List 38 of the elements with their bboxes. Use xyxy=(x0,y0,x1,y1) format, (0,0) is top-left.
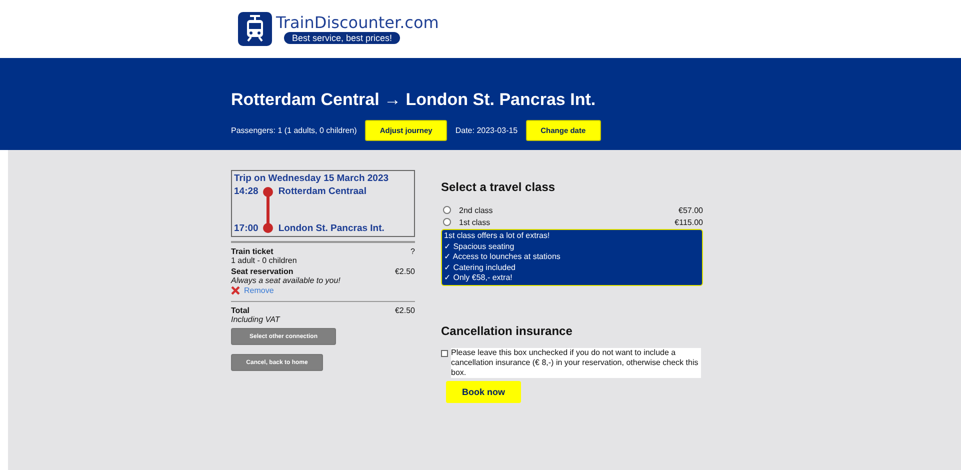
insurance-heading: Cancellation insurance xyxy=(441,324,574,338)
travel-class-heading: Select a travel class xyxy=(441,180,556,194)
arrival-time: 17:00 xyxy=(234,223,258,234)
class-price: €115.00 xyxy=(674,218,703,226)
item-price: ? xyxy=(410,247,415,256)
extras-line: ✓ Spacious seating xyxy=(444,242,514,250)
class-label: 1st class xyxy=(459,218,492,226)
cross-icon xyxy=(231,286,240,295)
book-now-button[interactable]: Book now xyxy=(446,380,521,402)
route-line-icon xyxy=(262,186,274,234)
logo-slogan: Best service, best prices! xyxy=(284,32,400,44)
class-price: €57.00 xyxy=(678,206,703,214)
total-detail: Including VAT xyxy=(231,315,280,324)
item-detail: 1 adult - 0 children xyxy=(231,256,297,265)
total-label: Total xyxy=(231,306,250,315)
radio-button[interactable] xyxy=(443,206,451,214)
item-price: €2.50 xyxy=(394,267,415,276)
passengers-text: Passengers: 1 (1 adults, 0 children) xyxy=(231,126,357,135)
trip-heading: Trip on Wednesday 15 March 2023 xyxy=(234,173,390,184)
journey-title: Rotterdam Central → London St. Pancras Int. xyxy=(231,90,597,110)
departure-station: Rotterdam Centraal xyxy=(278,186,368,197)
extras-line: ✓ Catering included xyxy=(444,262,516,272)
item-label: Seat reservation xyxy=(231,267,294,276)
item-label: Train ticket xyxy=(231,247,274,256)
insurance-checkbox[interactable] xyxy=(441,350,448,356)
arrival-station: London St. Pancras Int. xyxy=(278,223,384,234)
train-icon xyxy=(238,12,272,46)
radio-button[interactable] xyxy=(443,218,451,226)
class-label: 2nd class xyxy=(459,206,494,214)
departure-time: 14:28 xyxy=(234,186,258,197)
item-detail: Always a seat available to you! xyxy=(231,276,340,285)
logo-name: TrainDiscounter.com xyxy=(276,14,439,32)
extras-line: ✓ Only €58,- extra! xyxy=(444,273,512,282)
extras-line: 1st class offers a lot of extras! xyxy=(444,231,550,240)
total-price: €2.50 xyxy=(394,306,415,315)
insurance-text: Please leave this box unchecked if you do not want to include a cancellation insurance (€ 8,-) in your reservation, otherwise check this box. xyxy=(451,348,701,378)
date-text: Date: 2023-03-15 xyxy=(455,126,518,135)
extras-line: ✓ Access to lounches at stations xyxy=(444,252,560,261)
